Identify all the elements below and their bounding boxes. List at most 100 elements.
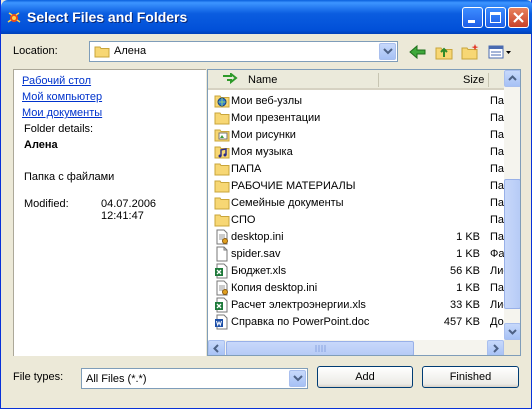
folder-name: Алена	[24, 139, 58, 151]
chevron-up-icon	[508, 75, 517, 81]
folder-type: Папка с файлами	[24, 171, 115, 183]
location-combo[interactable]: Алена	[89, 41, 398, 62]
places-pane: Рабочий стол Мой компьютер Мои документы…	[13, 69, 206, 356]
size-grip	[504, 340, 520, 355]
folder-details-label: Folder details:	[24, 123, 94, 135]
up-folder-icon[interactable]	[434, 42, 454, 62]
minimize-icon	[468, 20, 475, 23]
add-button[interactable]: Add	[317, 366, 413, 388]
list-item[interactable]: Моя музыка Папка	[208, 144, 504, 161]
file-type: Папка	[490, 146, 504, 158]
folder-icon	[94, 46, 110, 58]
folder-icon	[214, 214, 230, 227]
maximize-button[interactable]	[485, 7, 506, 28]
scroll-down-button[interactable]	[504, 323, 520, 340]
folder-icon	[214, 112, 230, 125]
file-type: Параметры	[490, 231, 504, 243]
close-icon	[513, 12, 524, 23]
file-type: Папка	[490, 214, 504, 226]
list-item[interactable]: Мои рисунки Папка	[208, 127, 504, 144]
sort-arrow-icon	[223, 73, 238, 85]
finished-button[interactable]: Finished	[422, 366, 519, 388]
list-item[interactable]: Расчет электроэнергии.xls 33 KB Лист	[208, 297, 504, 314]
vertical-scrollbar[interactable]	[504, 70, 520, 340]
back-arrow-icon[interactable]	[408, 42, 428, 62]
pictures-folder-icon	[214, 129, 230, 142]
file-name: Моя музыка	[231, 146, 293, 158]
list-item[interactable]: Бюджет.xls 56 KB Лист	[208, 263, 504, 280]
desktop-link[interactable]: Рабочий стол	[22, 75, 91, 87]
scroll-up-button[interactable]	[504, 70, 520, 87]
title-bar[interactable]: Select Files and Folders	[1, 0, 532, 34]
file-type: Папка	[490, 163, 504, 175]
chevron-down-icon	[383, 48, 393, 55]
chevron-down-icon	[293, 375, 303, 382]
chevron-down-icon	[508, 329, 517, 335]
web-folder-icon	[214, 95, 230, 108]
file-types-combo[interactable]: All Files (*.*)	[81, 368, 308, 389]
folder-icon	[214, 180, 230, 193]
list-item[interactable]: Мои презентации Папка	[208, 110, 504, 127]
grip-icon	[315, 345, 326, 352]
file-size: 33 KB	[450, 299, 480, 311]
scroll-right-button[interactable]	[487, 340, 504, 355]
file-type: Лист	[490, 265, 504, 277]
location-label: Location:	[13, 45, 58, 57]
file-name: Копия desktop.ini	[231, 282, 318, 294]
music-folder-icon	[214, 146, 230, 159]
excel-file-icon	[215, 263, 228, 279]
list-item[interactable]: Справка по PowerPoint.doc 457 KB Документ	[208, 314, 504, 331]
close-button[interactable]	[508, 7, 529, 28]
list-item[interactable]: Семейные документы Папка	[208, 195, 504, 212]
column-divider[interactable]	[488, 73, 489, 87]
file-name: Семейные документы	[231, 197, 344, 209]
folder-icon	[214, 197, 230, 210]
scroll-thumb[interactable]	[226, 341, 414, 355]
file-type: Документ	[490, 316, 504, 328]
file-type: Файл	[490, 248, 504, 260]
new-folder-icon[interactable]	[460, 42, 480, 62]
file-name: РАБОЧИЕ МАТЕРИАЛЫ	[231, 180, 356, 192]
file-type: Параметры	[490, 282, 504, 294]
minimize-button[interactable]	[462, 7, 483, 28]
column-name[interactable]: Name	[248, 74, 277, 86]
column-divider[interactable]	[378, 73, 379, 87]
modified-date: 04.07.2006	[101, 198, 157, 210]
file-types-dropdown-button[interactable]	[289, 370, 306, 387]
file-name: Мои рисунки	[231, 129, 296, 141]
list-item[interactable]: РАБОЧИЕ МАТЕРИАЛЫ Папка	[208, 178, 504, 195]
file-name: Расчет электроэнергии.xls	[231, 299, 366, 311]
list-item[interactable]: Мои веб-узлы Папка	[208, 93, 504, 110]
word-file-icon	[215, 314, 228, 330]
my-computer-link[interactable]: Мой компьютер	[22, 91, 102, 103]
dialog-window: Select Files and Folders Location: Алена	[0, 0, 532, 409]
location-dropdown-button[interactable]	[379, 43, 396, 60]
horizontal-scrollbar[interactable]	[208, 340, 504, 355]
file-type: Папка	[490, 95, 504, 107]
file-list[interactable]: Name Size Мои веб-узлыПапкаМои презентац…	[207, 69, 521, 356]
my-documents-link[interactable]: Мои документы	[22, 107, 102, 119]
file-types-value: All Files (*.*)	[86, 373, 147, 385]
list-item[interactable]: desktop.ini 1 KB Параметры	[208, 229, 504, 246]
chevron-left-icon	[213, 344, 219, 353]
list-item[interactable]: spider.sav 1 KB Файл	[208, 246, 504, 263]
file-size: 1 KB	[456, 231, 480, 243]
list-item[interactable]: СПО Папка	[208, 212, 504, 229]
file-size: 1 KB	[456, 248, 480, 260]
file-name: ПАПА	[231, 163, 262, 175]
file-name: СПО	[231, 214, 256, 226]
list-item[interactable]: ПАПА Папка	[208, 161, 504, 178]
list-header: Name Size	[208, 70, 504, 90]
file-type: Папка	[490, 129, 504, 141]
ini-file-icon	[216, 280, 228, 296]
view-menu-icon[interactable]	[487, 42, 513, 62]
column-size[interactable]: Size	[463, 74, 484, 86]
window-title: Select Files and Folders	[27, 9, 188, 25]
app-icon	[7, 12, 21, 23]
scroll-left-button[interactable]	[208, 340, 225, 355]
ini-file-icon	[216, 229, 228, 245]
generic-file-icon	[216, 246, 228, 262]
file-name: desktop.ini	[231, 231, 284, 243]
list-item[interactable]: Копия desktop.ini 1 KB Параметры	[208, 280, 504, 297]
scroll-thumb[interactable]	[504, 179, 520, 309]
